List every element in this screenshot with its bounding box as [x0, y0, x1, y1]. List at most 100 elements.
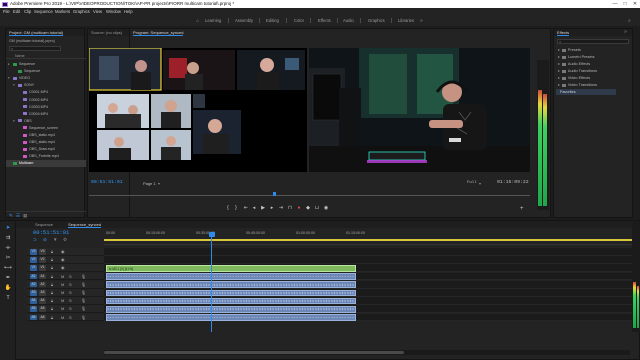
tab-source[interactable]: Source: (no clips): [91, 30, 122, 35]
project-item[interactable]: OBS_static.mp4: [6, 139, 86, 146]
track-header[interactable]: A1 A1 🔒︎ M S 🎙︎: [27, 272, 104, 281]
effects-search-input[interactable]: [557, 39, 629, 44]
track-solo-button[interactable]: S: [69, 298, 72, 303]
resolution-select[interactable]: Full: [467, 181, 477, 185]
step-back-icon[interactable]: ◂: [251, 205, 257, 211]
project-item[interactable]: Sequence: [6, 68, 86, 75]
maximize-button[interactable]: □: [620, 0, 630, 8]
menu-file[interactable]: File: [3, 8, 10, 15]
record-icon[interactable]: ●: [296, 205, 302, 211]
effects-folder[interactable]: ▸ Audio Effects: [558, 61, 590, 68]
track-solo-button[interactable]: S: [69, 290, 72, 295]
time-ruler[interactable]: 00:00 00:15:00:00 00:30:00:00 00:45:00:0…: [104, 229, 640, 245]
track-header[interactable]: A2 A2 🔒︎ M S 🎙︎: [27, 280, 104, 289]
track-header[interactable]: A6 A6 🔒︎ M S 🎙︎: [27, 313, 104, 322]
track-mute-button[interactable]: M: [61, 298, 64, 303]
source-patch-a5[interactable]: A5: [30, 306, 37, 312]
track-solo-button[interactable]: S: [69, 315, 72, 320]
home-icon[interactable]: ⌂: [196, 18, 199, 24]
project-item[interactable]: Sequence_screen: [6, 125, 86, 132]
chevron-down-icon[interactable]: ▾: [158, 181, 160, 186]
source-patch-a3[interactable]: A3: [30, 290, 37, 296]
effects-folder[interactable]: ▸ Presets: [558, 47, 581, 54]
tab-sequence[interactable]: Sequence: [35, 222, 53, 227]
workspace-editing[interactable]: Editing: [266, 15, 279, 26]
voiceover-record-icon[interactable]: 🎙︎: [81, 274, 86, 279]
disclosure-triangle-icon[interactable]: ▸: [558, 83, 560, 87]
source-patch-a1[interactable]: A1: [30, 273, 37, 280]
add-button-icon[interactable]: +: [520, 206, 524, 212]
track-mute-button[interactable]: M: [61, 290, 64, 295]
selection-tool-icon[interactable]: ➤: [3, 224, 13, 233]
workspace-assembly[interactable]: Assembly: [235, 15, 253, 26]
track-lock-icon[interactable]: 🔒︎: [51, 282, 53, 287]
export-frame-icon[interactable]: ◉: [323, 205, 329, 211]
source-patch-v2[interactable]: V2: [30, 257, 37, 263]
tab-effects[interactable]: Effects: [557, 30, 570, 36]
audio-clip[interactable]: [106, 273, 356, 280]
menu-view[interactable]: View: [93, 8, 102, 15]
track-lane[interactable]: fx MC1 [V] [41%]: [104, 264, 640, 273]
track-target-v2[interactable]: V2: [39, 257, 46, 263]
menu-sequence[interactable]: Sequence: [34, 8, 53, 15]
project-item[interactable]: OBS_static.mp4: [6, 132, 86, 139]
snap-icon[interactable]: ⊃: [33, 237, 37, 243]
audio-clip[interactable]: [106, 281, 356, 289]
track-target-v1[interactable]: V1: [39, 265, 46, 271]
menu-edit[interactable]: Edit: [13, 8, 20, 15]
workspace-graphics[interactable]: Graphics: [368, 15, 385, 26]
track-lane[interactable]: [104, 272, 640, 281]
audio-clip[interactable]: [106, 305, 356, 313]
page-selector[interactable]: Page 1: [143, 181, 156, 186]
track-target-v3[interactable]: V3: [39, 249, 46, 255]
workspace-effects[interactable]: Effects: [318, 15, 331, 26]
menu-window[interactable]: Window: [106, 8, 121, 15]
track-header[interactable]: V3 V3 🔒︎ ◉: [27, 248, 104, 256]
project-item[interactable]: ▾ VIDEO: [6, 75, 86, 82]
project-item[interactable]: ▾ OBS: [6, 118, 86, 125]
disclosure-triangle-icon[interactable]: ▸: [558, 62, 560, 66]
go-to-in-icon[interactable]: ⇤: [243, 205, 249, 211]
track-mute-button[interactable]: M: [61, 282, 64, 287]
program-scrub-bar[interactable]: [89, 192, 530, 196]
voiceover-record-icon[interactable]: 🎙︎: [81, 290, 86, 295]
tab-sequence-synced[interactable]: Sequence_synced: [68, 222, 102, 228]
workspace-color[interactable]: Color: [294, 15, 304, 26]
timeline-timecode[interactable]: 00:51:51:01: [33, 229, 69, 236]
effects-folder[interactable]: ▸ Lumetri Presets: [558, 54, 595, 61]
track-mute-button[interactable]: M: [61, 274, 64, 279]
menu-clip[interactable]: Clip: [24, 8, 31, 15]
disclosure-triangle-icon[interactable]: ▸: [558, 55, 560, 59]
disclosure-triangle-icon[interactable]: ▸: [558, 48, 560, 52]
source-timecode[interactable]: 00:51:51:01: [91, 180, 123, 185]
track-header[interactable]: A5 A5 🔒︎ M S 🎙︎: [27, 305, 104, 314]
workspace-learning[interactable]: Learning: [205, 15, 221, 26]
track-mute-button[interactable]: M: [61, 306, 64, 311]
extract-icon[interactable]: ⊔: [314, 205, 320, 211]
track-lock-icon[interactable]: 🔒︎: [51, 257, 53, 262]
project-item[interactable]: OBS_Fortnite.mp4: [6, 153, 86, 160]
track-lane[interactable]: [104, 305, 640, 314]
audio-clip[interactable]: [106, 289, 356, 297]
linked-selection-icon[interactable]: ⊘: [43, 237, 47, 243]
track-visibility-icon[interactable]: ◉: [61, 265, 65, 270]
tab-program[interactable]: Program: Sequence_synced: [133, 30, 184, 36]
project-search-input[interactable]: [9, 46, 61, 51]
voiceover-record-icon[interactable]: 🎙︎: [81, 298, 86, 303]
source-patch-v3[interactable]: V3: [30, 249, 37, 255]
disclosure-triangle-icon[interactable]: ▸: [558, 76, 560, 80]
track-target-a4[interactable]: A4: [39, 298, 46, 304]
track-target-a3[interactable]: A3: [39, 290, 46, 296]
track-visibility-icon[interactable]: ◉: [61, 257, 65, 262]
track-lane[interactable]: [104, 313, 640, 322]
menu-graphics[interactable]: Graphics: [73, 8, 90, 15]
effects-folder[interactable]: ▸ Video Effects: [558, 75, 590, 82]
mark-in-icon[interactable]: {: [225, 205, 231, 211]
effects-folder[interactable]: ▸ Audio Transitions: [558, 68, 597, 75]
minimize-button[interactable]: —: [610, 0, 620, 8]
audio-clip[interactable]: [106, 314, 356, 321]
track-lock-icon[interactable]: 🔒︎: [51, 315, 53, 320]
track-header[interactable]: V1 V1 🔒︎ ◉: [27, 264, 104, 273]
voiceover-record-icon[interactable]: 🎙︎: [81, 315, 86, 320]
list-view-icon[interactable]: ☰: [16, 213, 20, 219]
